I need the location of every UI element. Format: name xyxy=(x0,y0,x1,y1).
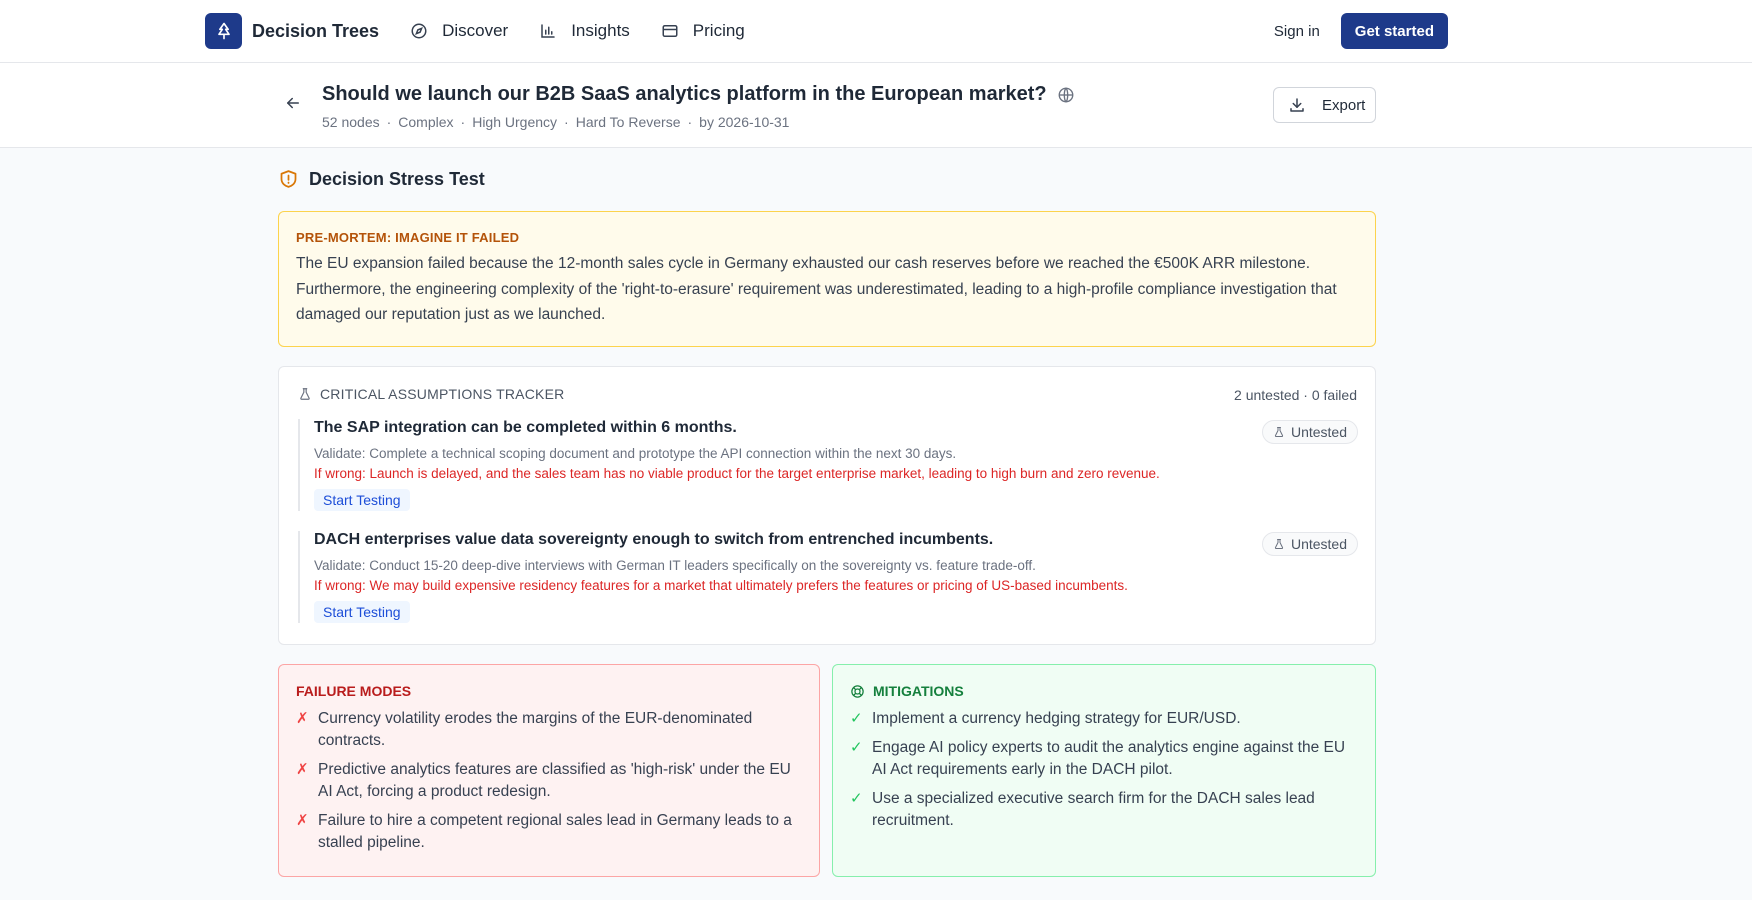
nav-insights[interactable]: Insights xyxy=(539,21,630,41)
assumptions-count: 2 untested · 0 failed xyxy=(1234,387,1357,403)
nav-pricing-label: Pricing xyxy=(692,21,745,40)
export-label: Export xyxy=(1322,96,1366,114)
flask-icon xyxy=(1273,425,1285,439)
failure-mode-text: Failure to hire a competent regional sal… xyxy=(318,812,792,851)
failure-modes-card: FAILURE MODES ✗ Currency volatility erod… xyxy=(278,664,820,877)
compass-icon xyxy=(410,22,428,40)
page-title: Should we launch our B2B SaaS analytics … xyxy=(322,83,1047,105)
mitigations-card: MITIGATIONS ✓ Implement a currency hedgi… xyxy=(832,664,1376,877)
sign-in-link[interactable]: Sign in xyxy=(1274,23,1320,40)
meta-reversibility: Hard To Reverse xyxy=(575,114,681,130)
failure-mode-text: Currency volatility erodes the margins o… xyxy=(318,710,753,749)
logo[interactable] xyxy=(205,13,242,49)
mitigations-label: MITIGATIONS xyxy=(873,683,964,699)
nav-discover-label: Discover xyxy=(442,21,509,40)
assumption-if-wrong: If wrong: Launch is delayed, and the sal… xyxy=(314,466,1160,481)
failure-mode-text: Predictive analytics features are classi… xyxy=(318,761,791,800)
list-item: ✓ Engage AI policy experts to audit the … xyxy=(850,737,1358,781)
status-badge: Untested xyxy=(1261,532,1358,556)
tree-icon xyxy=(217,22,230,40)
premortem-card: PRE-MORTEM: IMAGINE IT FAILED The EU exp… xyxy=(278,211,1376,347)
failure-modes-label: FAILURE MODES xyxy=(296,683,412,699)
title-row: Should we launch our B2B SaaS analytics … xyxy=(322,83,1075,106)
stress-test-title: Decision Stress Test xyxy=(309,168,485,189)
globe-icon[interactable] xyxy=(1057,86,1075,104)
mitigations-header: MITIGATIONS xyxy=(850,683,1358,699)
start-testing-button[interactable]: Start Testing xyxy=(314,489,410,511)
assumptions-header: CRITICAL ASSUMPTIONS TRACKER xyxy=(298,386,564,402)
decision-meta: 52 nodes · Complex · High Urgency · Hard To… xyxy=(322,114,790,130)
export-button[interactable]: Export xyxy=(1273,87,1376,123)
nav-discover[interactable]: Discover xyxy=(410,21,508,41)
assumptions-tracker: CRITICAL ASSUMPTIONS TRACKER 2 untested … xyxy=(278,366,1376,645)
stress-test-heading: Decision Stress Test xyxy=(278,168,485,190)
list-item: ✓ Use a specialized executive search fir… xyxy=(850,788,1358,832)
list-item: ✗ Currency volatility erodes the margins… xyxy=(296,708,802,752)
status-badge-label: Untested xyxy=(1290,424,1347,440)
check-mark-icon: ✓ xyxy=(850,739,863,756)
assumption-title: The SAP integration can be completed wit… xyxy=(314,419,737,436)
list-item: ✗ Failure to hire a competent regional s… xyxy=(296,810,802,854)
assumption-if-wrong: If wrong: We may build expensive residen… xyxy=(314,578,1128,593)
x-mark-icon: ✗ xyxy=(296,761,309,778)
mitigation-text: Use a specialized executive search firm … xyxy=(872,790,1315,829)
bar-chart-icon xyxy=(539,22,557,40)
check-mark-icon: ✓ xyxy=(850,710,863,727)
shield-alert-icon xyxy=(278,168,299,190)
nav-left: Decision Trees Discover Insights Pricing xyxy=(205,13,745,49)
assumption-item: The SAP integration can be completed wit… xyxy=(298,419,1358,511)
assumption-validate: Validate: Conduct 15-20 deep-dive interv… xyxy=(314,558,1036,573)
life-buoy-icon xyxy=(850,684,865,699)
meta-nodes: 52 nodes xyxy=(322,114,380,130)
list-item: ✗ Predictive analytics features are clas… xyxy=(296,759,802,803)
check-mark-icon: ✓ xyxy=(850,790,863,807)
start-testing-button[interactable]: Start Testing xyxy=(314,601,410,623)
back-button[interactable] xyxy=(284,94,302,112)
mitigations-list: ✓ Implement a currency hedging strategy … xyxy=(850,708,1358,832)
brand-name[interactable]: Decision Trees xyxy=(252,21,379,42)
assumptions-label: CRITICAL ASSUMPTIONS TRACKER xyxy=(320,386,565,402)
assumption-title: DACH enterprises value data sovereignty … xyxy=(314,531,994,548)
meta-deadline: by 2026-10-31 xyxy=(699,114,790,130)
meta-complexity: Complex xyxy=(398,114,454,130)
flask-icon xyxy=(298,386,312,402)
meta-urgency: High Urgency xyxy=(472,114,558,130)
top-nav: Decision Trees Discover Insights Pricing… xyxy=(0,0,1752,63)
x-mark-icon: ✗ xyxy=(296,710,309,727)
status-badge-label: Untested xyxy=(1290,536,1347,552)
assumption-validate: Validate: Complete a technical scoping d… xyxy=(314,446,957,461)
premortem-text: The EU expansion failed because the 12-m… xyxy=(296,255,1337,323)
list-item: ✓ Implement a currency hedging strategy … xyxy=(850,708,1358,730)
get-started-button[interactable]: Get started xyxy=(1340,13,1448,49)
mitigation-text: Engage AI policy experts to audit the an… xyxy=(872,739,1346,778)
status-badge: Untested xyxy=(1261,420,1358,444)
flask-icon xyxy=(1273,537,1285,551)
nav-insights-label: Insights xyxy=(571,21,630,40)
mitigation-text: Implement a currency hedging strategy fo… xyxy=(872,710,1241,727)
x-mark-icon: ✗ xyxy=(296,812,309,829)
nav-pricing[interactable]: Pricing xyxy=(661,21,745,41)
credit-card-icon xyxy=(661,22,679,40)
download-icon xyxy=(1288,96,1306,114)
nav-right: Sign in Get started xyxy=(1274,13,1448,49)
decision-header: Should we launch our B2B SaaS analytics … xyxy=(0,63,1752,148)
premortem-label: PRE-MORTEM: IMAGINE IT FAILED xyxy=(296,230,520,245)
assumption-item: DACH enterprises value data sovereignty … xyxy=(298,531,1358,623)
failure-modes-list: ✗ Currency volatility erodes the margins… xyxy=(296,708,802,854)
arrow-left-icon xyxy=(287,97,299,109)
